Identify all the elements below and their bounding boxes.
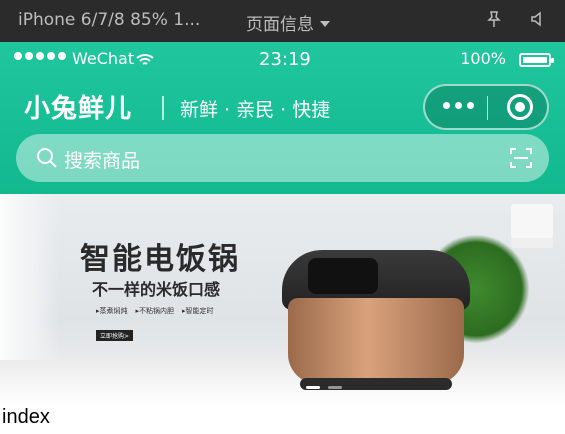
menu-capsule (423, 84, 549, 130)
banner-subtitle: 不一样的米饭口感 (92, 280, 221, 299)
carousel-dot[interactable] (328, 386, 342, 389)
pin-icon[interactable] (485, 10, 503, 32)
search-icon (36, 147, 58, 173)
buy-now-button[interactable]: 立即抢购> (96, 330, 134, 341)
page-info-label: 页面信息 (246, 15, 314, 35)
chevron-down-icon (320, 20, 330, 27)
rice-cooker-image (282, 250, 470, 390)
status-time: 23:19 (259, 49, 311, 70)
battery-percent: 100% (460, 49, 506, 68)
header-divider (162, 96, 164, 120)
carousel-indicator[interactable] (306, 386, 342, 389)
brand-slogan: 新鲜 · 亲民 · 快捷 (180, 99, 331, 121)
search-placeholder: 搜索商品 (64, 150, 141, 172)
header-background: WeChat 23:19 100% 小兔鲜儿 新鲜 · 亲民 · 快捷 搜索商品 (0, 42, 565, 194)
simulator-window: iPhone 6/7/8 85% 1... 页面信息 WeChat 23:19 (0, 0, 565, 434)
carrier-label: WeChat (72, 49, 135, 68)
developer-toolbar: iPhone 6/7/8 85% 1... 页面信息 (0, 0, 565, 42)
page-info-dropdown[interactable]: 页面信息 (246, 10, 330, 35)
speaker-icon[interactable] (529, 10, 547, 32)
banner-features: ▸蒸煮焖炖 ▸不粘锅内胆 ▸智能定时 (96, 306, 214, 316)
nav-bar: 小兔鲜儿 新鲜 · 亲民 · 快捷 (22, 84, 549, 132)
status-bar: WeChat 23:19 100% (14, 48, 554, 72)
scan-icon[interactable] (509, 146, 533, 174)
signal-icon (14, 52, 66, 60)
feature-item: ▸智能定时 (182, 307, 214, 315)
page-label: index (2, 406, 50, 428)
phone-screen: WeChat 23:19 100% 小兔鲜儿 新鲜 · 亲民 · 快捷 搜索商品… (0, 42, 565, 434)
device-selector[interactable]: iPhone 6/7/8 85% 1... (18, 10, 200, 30)
banner-title: 智能电饭锅 (80, 242, 240, 277)
brand-logo: 小兔鲜儿 (24, 94, 133, 124)
towels-decoration (511, 204, 553, 238)
feature-item: ▸蒸煮焖炖 (96, 307, 128, 315)
wifi-icon (136, 52, 154, 71)
carousel-dot-active[interactable] (306, 386, 320, 389)
close-miniprogram-icon[interactable] (507, 94, 533, 120)
search-bar[interactable]: 搜索商品 (16, 134, 549, 182)
feature-item: ▸不粘锅内胆 (135, 307, 175, 315)
battery-icon (519, 53, 554, 67)
capsule-divider (487, 96, 488, 120)
promo-banner[interactable]: 智能电饭锅 不一样的米饭口感 ▸蒸煮焖炖 ▸不粘锅内胆 ▸智能定时 立即抢购> (0, 194, 565, 406)
more-icon[interactable] (443, 102, 474, 109)
toolbar-actions (485, 10, 547, 32)
